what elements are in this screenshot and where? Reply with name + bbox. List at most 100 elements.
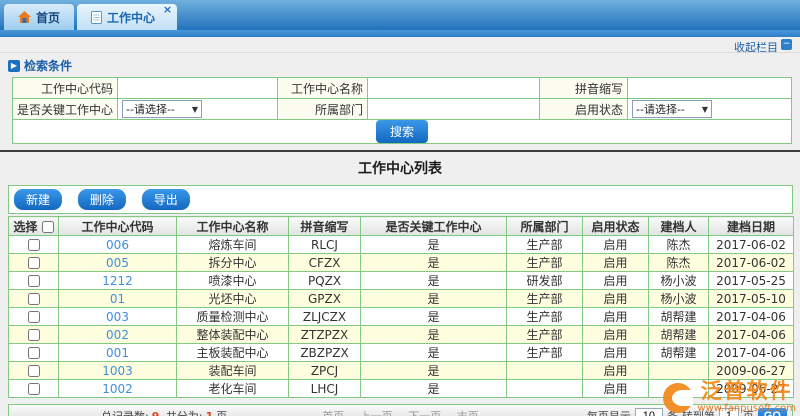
cell-dept <box>507 362 583 380</box>
select-all-checkbox[interactable] <box>42 221 54 233</box>
cell-code: 1212 <box>59 272 177 290</box>
cell-date: 2017-05-25 <box>709 272 794 290</box>
cell-is_key: 是 <box>361 308 507 326</box>
work-center-code-link[interactable]: 1002 <box>102 382 133 396</box>
pinyin-input[interactable] <box>632 80 787 97</box>
go-button[interactable]: GO <box>758 408 787 416</box>
cell-pinyin: GPZX <box>289 290 361 308</box>
is-key-work-center-label: 是否关键工作中心 <box>13 99 118 120</box>
cell-dept: 研发部 <box>507 272 583 290</box>
goto-label: 转到第 <box>682 408 715 416</box>
work-center-code-label: 工作中心代码 <box>13 78 118 99</box>
record-summary: 总记录数:9 共分为:1页 <box>9 408 227 416</box>
department-input[interactable] <box>372 101 535 118</box>
cell-code: 005 <box>59 254 177 272</box>
work-center-name-input[interactable] <box>372 80 535 97</box>
chevron-down-icon: ▼ <box>702 105 708 114</box>
cell-select <box>9 272 59 290</box>
row-checkbox[interactable] <box>28 311 40 323</box>
total-records-label: 总记录数: <box>101 410 149 416</box>
cell-select <box>9 380 59 398</box>
cell-code: 003 <box>59 308 177 326</box>
row-checkbox[interactable] <box>28 275 40 287</box>
first-page-link[interactable]: 首页 <box>322 410 344 416</box>
chevron-down-icon: ▼ <box>192 105 198 114</box>
cell-name: 老化车间 <box>177 380 289 398</box>
search-button[interactable]: 搜索 <box>376 120 428 143</box>
cell-creator <box>649 380 709 398</box>
cell-select <box>9 362 59 380</box>
row-checkbox[interactable] <box>28 365 40 377</box>
export-button[interactable]: 导出 <box>142 189 190 210</box>
delete-button[interactable]: 删除 <box>78 189 126 210</box>
table-header-row: 选择 工作中心代码工作中心名称拼音缩写是否关键工作中心所属部门启用状态建档人建档… <box>9 217 794 236</box>
cell-creator: 胡帮建 <box>649 344 709 362</box>
tab-home-label: 首页 <box>36 9 60 26</box>
table-row: 001主板装配中心ZBZPZX是生产部启用胡帮建2017-04-06 <box>9 344 794 362</box>
work-center-code-link[interactable]: 006 <box>106 238 129 252</box>
work-center-code-link[interactable]: 01 <box>110 292 125 306</box>
cell-status: 启用 <box>583 254 649 272</box>
cell-date: 2017-06-02 <box>709 254 794 272</box>
per-page-input[interactable] <box>635 408 663 416</box>
work-center-code-input[interactable] <box>122 80 273 97</box>
search-section-title: 检索条件 <box>24 57 72 74</box>
row-checkbox[interactable] <box>28 239 40 251</box>
row-checkbox[interactable] <box>28 257 40 269</box>
cell-pinyin: RLCJ <box>289 236 361 254</box>
cell-is_key: 是 <box>361 344 507 362</box>
cell-name: 熔炼车间 <box>177 236 289 254</box>
row-checkbox[interactable] <box>28 347 40 359</box>
cell-is_key: 是 <box>361 290 507 308</box>
new-button[interactable]: 新建 <box>14 189 62 210</box>
work-center-code-link[interactable]: 003 <box>106 310 129 324</box>
work-center-code-link[interactable]: 1212 <box>102 274 133 288</box>
cell-pinyin: ZTZPZX <box>289 326 361 344</box>
cell-is_key: 是 <box>361 326 507 344</box>
cell-select <box>9 344 59 362</box>
row-checkbox[interactable] <box>28 329 40 341</box>
status-select-value: --请选择-- <box>636 101 685 117</box>
work-center-code-link[interactable]: 001 <box>106 346 129 360</box>
collapse-icon[interactable]: − <box>781 39 792 50</box>
section-arrow-icon[interactable]: ▶ <box>8 60 20 72</box>
document-icon <box>91 11 102 24</box>
tab-home[interactable]: 首页 <box>4 4 74 30</box>
cell-code: 1002 <box>59 380 177 398</box>
list-toolbar: 新建 删除 导出 <box>8 185 793 214</box>
last-page-link[interactable]: 末页 <box>457 410 479 416</box>
table-row: 002整体装配中心ZTZPZX是生产部启用胡帮建2017-04-06 <box>9 326 794 344</box>
cell-code: 002 <box>59 326 177 344</box>
cell-name: 拆分中心 <box>177 254 289 272</box>
page-nav: 首页 上一页 下一页 末页 <box>316 408 485 416</box>
page-size-controls: 每页显示 条 转到第 页 GO <box>587 408 792 416</box>
cell-name: 喷漆中心 <box>177 272 289 290</box>
prev-page-link[interactable]: 上一页 <box>360 410 393 416</box>
cell-creator: 胡帮建 <box>649 326 709 344</box>
list-title: 工作中心列表 <box>0 152 800 183</box>
tab-work-center[interactable]: 工作中心 × <box>77 4 177 30</box>
cell-status: 启用 <box>583 290 649 308</box>
work-center-code-link[interactable]: 005 <box>106 256 129 270</box>
column-header: 建档人 <box>649 217 709 236</box>
per-page-unit: 条 <box>667 408 678 416</box>
goto-page-input[interactable] <box>719 408 739 416</box>
pagination-bar: 总记录数:9 共分为:1页 首页 上一页 下一页 末页 每页显示 条 转到第 页… <box>8 404 793 416</box>
work-center-code-link[interactable]: 1003 <box>102 364 133 378</box>
cell-creator: 杨小波 <box>649 290 709 308</box>
department-label: 所属部门 <box>278 99 368 120</box>
work-center-code-link[interactable]: 002 <box>106 328 129 342</box>
next-page-link[interactable]: 下一页 <box>408 410 441 416</box>
cell-status: 启用 <box>583 326 649 344</box>
is-key-work-center-select[interactable]: --请选择-- ▼ <box>122 100 202 118</box>
row-checkbox[interactable] <box>28 383 40 395</box>
close-icon[interactable]: × <box>163 5 172 15</box>
cell-pinyin: ZLJCZX <box>289 308 361 326</box>
collapse-columns-link[interactable]: 收起栏目 <box>734 41 778 54</box>
table-body: 006熔炼车间RLCJ是生产部启用陈杰2017-06-02005拆分中心CFZX… <box>9 236 794 398</box>
status-select[interactable]: --请选择-- ▼ <box>632 100 712 118</box>
cell-date: 2017-04-06 <box>709 308 794 326</box>
cell-select <box>9 290 59 308</box>
total-records-value: 9 <box>149 410 163 416</box>
row-checkbox[interactable] <box>28 293 40 305</box>
